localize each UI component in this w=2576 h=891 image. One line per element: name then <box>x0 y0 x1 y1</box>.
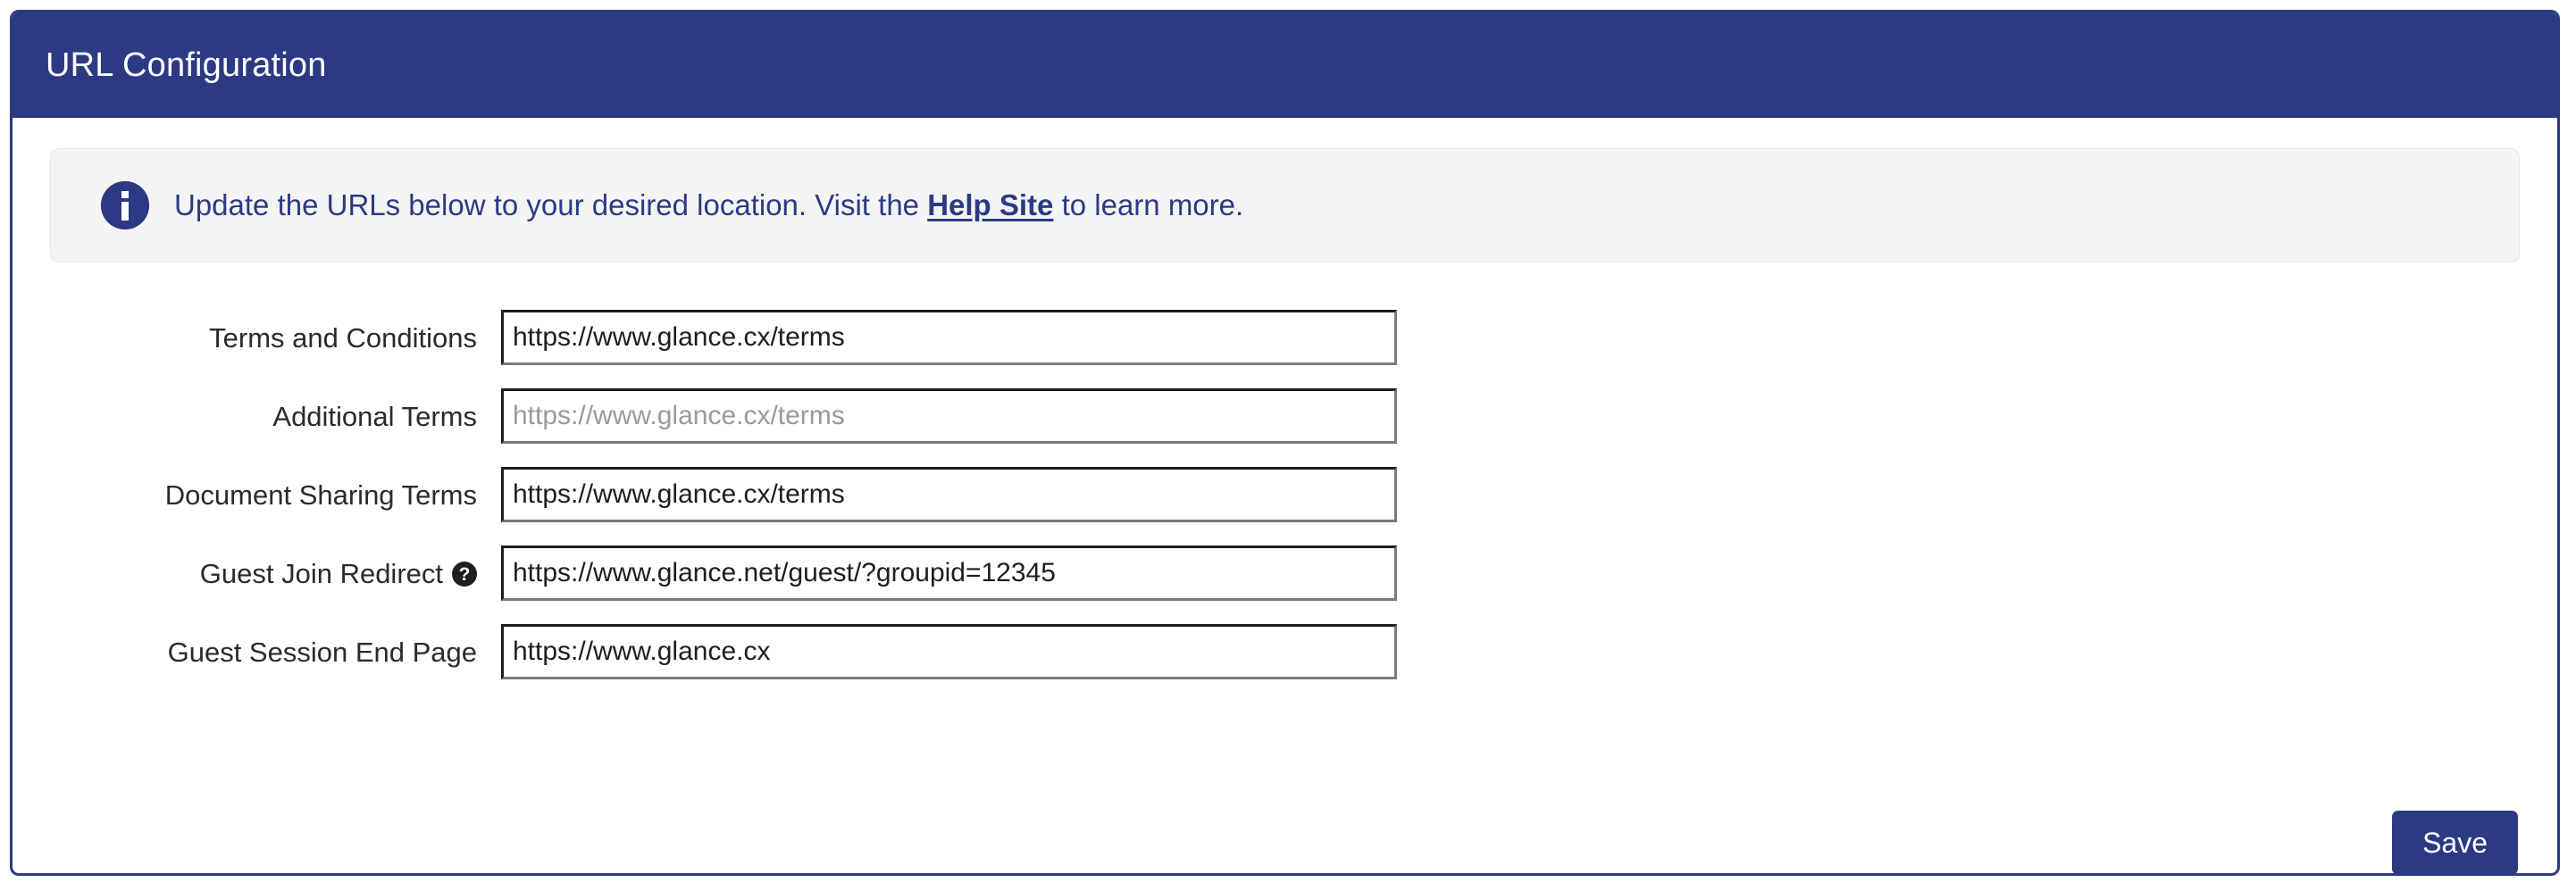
form-row-guest-join-redirect: Guest Join Redirect ? <box>13 545 2557 601</box>
label-document-sharing-terms: Document Sharing Terms <box>13 481 477 509</box>
save-row: Save <box>2392 811 2518 873</box>
form-row-additional-terms: Additional Terms <box>13 388 2557 444</box>
field-wrap-guest-join-redirect <box>501 545 1397 601</box>
input-guest-join-redirect[interactable] <box>501 545 1397 601</box>
field-wrap-terms-and-conditions <box>501 310 1397 365</box>
label-guest-session-end-page: Guest Session End Page <box>13 638 477 666</box>
form-row-terms-and-conditions: Terms and Conditions <box>13 310 2557 365</box>
input-document-sharing-terms[interactable] <box>501 467 1397 522</box>
panel-body: Update the URLs below to your desired lo… <box>13 118 2557 873</box>
help-site-link[interactable]: Help Site <box>927 188 1053 221</box>
label-terms-and-conditions: Terms and Conditions <box>13 324 477 352</box>
form-row-document-sharing-terms: Document Sharing Terms <box>13 467 2557 522</box>
info-icon <box>101 181 149 229</box>
label-guest-join-redirect: Guest Join Redirect ? <box>13 560 477 587</box>
label-additional-terms: Additional Terms <box>13 403 477 430</box>
page-title: URL Configuration <box>46 46 327 84</box>
info-banner-text: Update the URLs below to your desired lo… <box>174 187 1243 223</box>
input-terms-and-conditions[interactable] <box>501 310 1397 365</box>
label-text: Guest Session End Page <box>167 636 477 668</box>
info-text-after: to learn more. <box>1053 188 1244 222</box>
info-text-before: Update the URLs below to your desired lo… <box>174 188 928 222</box>
help-question-icon[interactable]: ? <box>452 562 477 587</box>
field-wrap-additional-terms <box>501 388 1397 444</box>
panel-header: URL Configuration <box>13 12 2557 118</box>
label-text: Guest Join Redirect <box>199 557 443 589</box>
form-row-guest-session-end-page: Guest Session End Page <box>13 624 2557 679</box>
url-form: Terms and Conditions Additional Terms Do… <box>13 310 2557 703</box>
label-text: Terms and Conditions <box>209 321 477 354</box>
info-banner: Update the URLs below to your desired lo… <box>50 148 2520 262</box>
field-wrap-document-sharing-terms <box>501 467 1397 522</box>
input-additional-terms[interactable] <box>501 388 1397 444</box>
save-button[interactable]: Save <box>2392 811 2518 873</box>
input-guest-session-end-page[interactable] <box>501 624 1397 679</box>
label-text: Document Sharing Terms <box>164 479 477 511</box>
field-wrap-guest-session-end-page <box>501 624 1397 679</box>
url-configuration-panel: URL Configuration Update the URLs below … <box>10 10 2560 876</box>
label-text: Additional Terms <box>272 400 477 432</box>
